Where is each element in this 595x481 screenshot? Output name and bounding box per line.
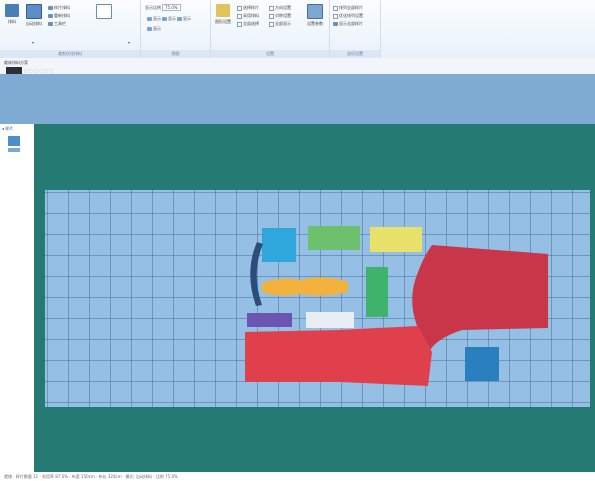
ribbon-small-item[interactable]: 排列全部样片 [333,5,363,11]
layout-button[interactable]: 排料 [2,4,22,25]
params-button[interactable]: 设置参数 [305,4,325,27]
layout-icon [5,4,19,17]
tools-icon [48,22,53,26]
ribbon-group-nesting: 排料 自动排料 ▾ 样片排料 重新排料 工具栏 ▾ 裁剪优化排料 [0,0,141,58]
document-tab[interactable] [6,67,22,74]
ribbon-small-item[interactable]: 全部显示 [269,21,291,27]
ribbon-small-item[interactable]: 采用排料 [237,13,259,19]
ribbon-small-item[interactable]: 优化排列设置 [333,13,363,19]
pieces-icon [333,22,338,26]
params-icon [307,4,323,19]
pieces-panel: ◂ 样片 [0,124,35,472]
document-bar: 裁床排料方案 ▢ ▢ ▢ ▢ ▢ ▢ [0,58,595,74]
checkbox[interactable] [237,5,242,11]
checkbox[interactable] [237,13,242,19]
piece-icon [48,6,53,10]
marker-grid[interactable] [45,190,590,407]
checkbox[interactable] [237,21,242,27]
nest-options-button[interactable] [94,4,114,21]
chevron-down-icon[interactable]: ▾ [32,40,34,45]
checkbox[interactable] [269,21,274,27]
ribbon-toolbar: 排料 自动排料 ▾ 样片排料 重新排料 工具栏 ▾ 裁剪优化排料 显示比例 75… [0,0,595,59]
ribbon-small-item[interactable]: 重新排料 [48,13,70,19]
checkbox[interactable] [269,13,274,19]
ribbon-small-item[interactable]: 方向设置 [269,5,291,11]
checkbox[interactable] [333,13,338,19]
checkbox[interactable] [333,5,338,11]
ribbon-group-options: 排列全部样片 优化排列设置 显示全部样片 选项设置 [330,0,381,58]
pieces-panel-header[interactable]: ◂ 样片 [2,126,13,132]
auto-nest-button[interactable]: 自动排料 [24,4,44,27]
tab-strip[interactable]: ▢ ▢ ▢ ▢ ▢ ▢ [24,68,53,73]
document-title: 裁床排料方案 [4,60,28,65]
ribbon-small-item[interactable]: 全部选择 [237,21,259,27]
panel-tab[interactable] [8,148,20,152]
reset-icon [48,14,53,18]
view-icon [147,17,152,21]
view-option-extra[interactable]: 显示 [147,26,161,32]
panel-pin-icon[interactable] [8,136,20,146]
ribbon-small-item[interactable]: 对称设置 [269,13,291,19]
shape-settings-button[interactable]: 图形设置 [213,4,233,25]
chevron-down-icon[interactable]: ▾ [128,40,130,45]
auto-nest-icon [26,4,42,19]
ribbon-small-item[interactable]: 工具栏 [48,21,66,27]
ribbon-small-item[interactable]: 样片排料 [48,5,70,11]
view-icon [162,17,167,21]
shape-settings-icon [216,4,230,17]
ribbon-small-item[interactable]: 显示全部样片 [333,21,363,27]
checkbox[interactable] [269,5,274,11]
document-icon [96,4,112,19]
ribbon-group-settings: 图形设置 选择样片 采用排料 全部选择 方向设置 对称设置 全部显示 设置参数 … [211,0,330,58]
ribbon-group-view: 显示比例 75.0% 显示 显示 显示 显示 视图 [141,0,211,58]
status-bar: 就绪 · 样片数量 11 · 利用率 87.5% · 布宽 150cm · 布长… [0,472,595,481]
view-icon [177,17,182,21]
ribbon-small-item[interactable]: 选择样片 [237,5,259,11]
canvas-header-band [0,74,595,124]
zoom-control[interactable]: 显示比例 75.0% [145,4,181,11]
view-icon [147,27,152,31]
view-options[interactable]: 显示 显示 显示 [147,16,191,22]
